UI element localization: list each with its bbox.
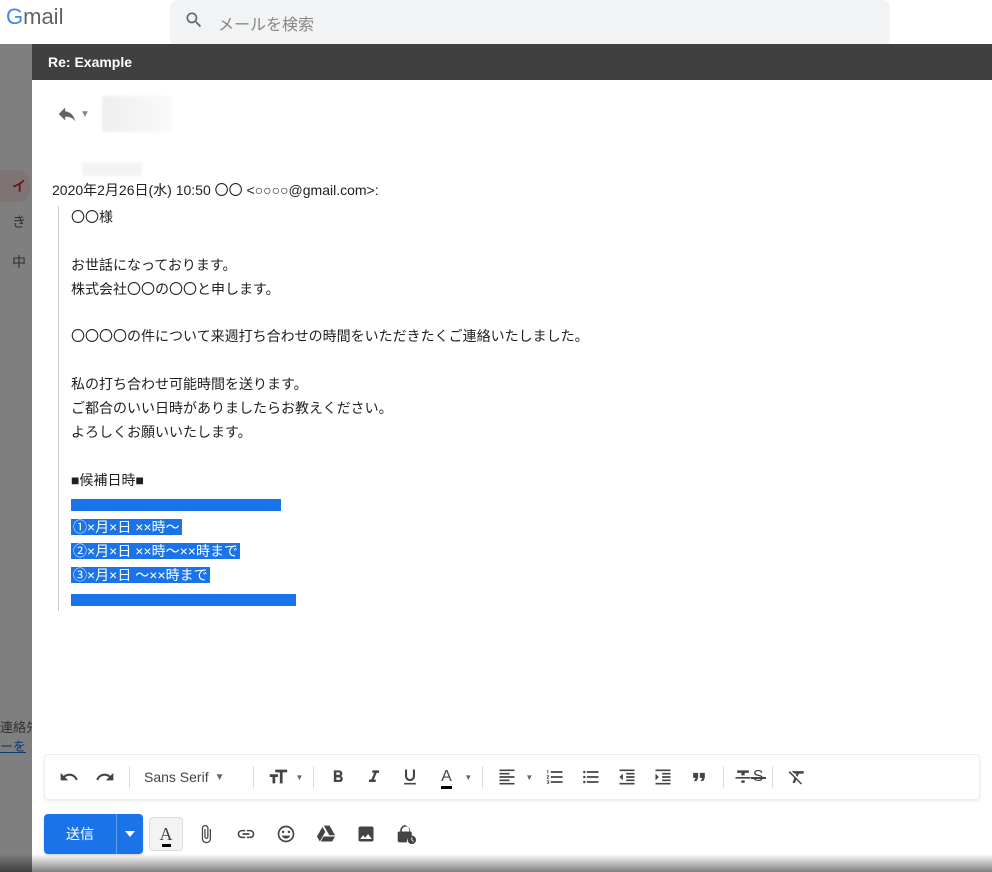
numbered-list-button[interactable] <box>539 761 571 793</box>
send-button[interactable]: 送信 <box>44 814 116 854</box>
send-toolbar: 送信 A <box>32 800 992 872</box>
highlighted-text: ②×月×日 ××時～××時まで <box>71 543 240 559</box>
gmail-logo: GGmailmail <box>0 4 63 30</box>
indent-more-button[interactable] <box>647 761 679 793</box>
redo-button[interactable] <box>89 761 121 793</box>
send-options-button[interactable] <box>116 814 143 854</box>
highlighted-text: ③×月×日 ～××時まで <box>71 567 210 583</box>
search-icon <box>184 10 204 36</box>
font-select[interactable]: Sans Serif▼ <box>138 769 245 785</box>
bulleted-list-button[interactable] <box>575 761 607 793</box>
highlighted-line <box>71 499 281 511</box>
quote-button[interactable] <box>683 761 715 793</box>
remove-formatting-button[interactable] <box>781 761 813 793</box>
chevron-down-icon: ▼ <box>296 773 304 782</box>
formatting-toggle-button[interactable]: A <box>149 817 183 851</box>
highlighted-line <box>71 594 296 606</box>
bold-button[interactable] <box>322 761 354 793</box>
search-bar[interactable]: メールを検索 <box>170 0 890 46</box>
blurred-text <box>82 162 142 176</box>
insert-link-button[interactable] <box>229 817 263 851</box>
recipient-chip[interactable] <box>102 96 172 132</box>
chevron-down-icon: ▼ <box>525 773 533 782</box>
attach-file-button[interactable] <box>189 817 223 851</box>
undo-button[interactable] <box>53 761 85 793</box>
formatting-toolbar: Sans Serif▼ ▼ A ▼ ▼ S <box>44 754 980 800</box>
quoted-header: 2020年2月26日(水) 10:50 〇〇 <○○○○@gmail.com>: <box>52 180 972 200</box>
send-button-group: 送信 <box>44 814 143 854</box>
confidential-mode-button[interactable] <box>389 817 423 851</box>
text-color-button[interactable]: A <box>430 761 462 793</box>
highlighted-text: ①×月×日 ××時～ <box>71 519 182 535</box>
chevron-down-icon: ▼ <box>215 772 225 783</box>
align-button[interactable] <box>491 761 523 793</box>
insert-photo-button[interactable] <box>349 817 383 851</box>
reply-type-button[interactable]: ▼ <box>52 99 94 129</box>
chevron-down-icon: ▼ <box>80 109 90 120</box>
search-placeholder: メールを検索 <box>218 11 314 35</box>
quoted-body[interactable]: 〇〇様 お世話になっております。 株式会社〇〇の〇〇と申します。 〇〇〇〇の件に… <box>58 206 972 611</box>
italic-button[interactable] <box>358 761 390 793</box>
compose-title[interactable]: Re: Example <box>32 44 992 80</box>
indent-less-button[interactable] <box>611 761 643 793</box>
insert-drive-button[interactable] <box>309 817 343 851</box>
strikethrough-button[interactable]: S <box>732 761 764 793</box>
font-size-button[interactable] <box>262 761 294 793</box>
insert-emoji-button[interactable] <box>269 817 303 851</box>
compose-window: Re: Example ▼ 2020年2月26日(水) 10:50 〇〇 <○○… <box>32 44 992 872</box>
chevron-down-icon: ▼ <box>464 773 472 782</box>
compose-body[interactable]: ▼ 2020年2月26日(水) 10:50 〇〇 <○○○○@gmail.com… <box>32 80 992 754</box>
underline-button[interactable] <box>394 761 426 793</box>
